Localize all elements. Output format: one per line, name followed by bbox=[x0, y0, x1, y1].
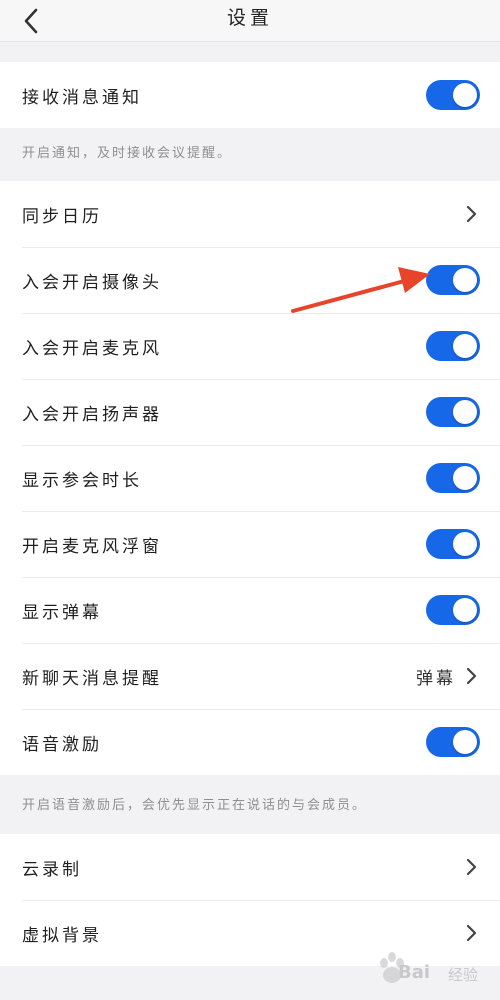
speaker-on-join-toggle[interactable] bbox=[426, 397, 480, 427]
toggle-knob bbox=[453, 83, 477, 107]
settings-row-mic-on-join: 入会开启麦克风 bbox=[0, 313, 500, 379]
settings-row-new-chat-reminder[interactable]: 新聊天消息提醒 弹幕 bbox=[0, 643, 500, 709]
chevron-right-icon bbox=[466, 205, 477, 223]
toggle-knob bbox=[453, 532, 477, 556]
show-danmaku-toggle[interactable] bbox=[426, 595, 480, 625]
row-label: 入会开启摄像头 bbox=[22, 272, 162, 293]
mic-floating-window-toggle[interactable] bbox=[426, 529, 480, 559]
toggle-knob bbox=[453, 598, 477, 622]
settings-row-speaker-on-join: 入会开启扬声器 bbox=[0, 379, 500, 445]
row-label: 同步日历 bbox=[22, 206, 102, 227]
camera-on-join-toggle[interactable] bbox=[426, 265, 480, 295]
row-label: 语音激励 bbox=[22, 734, 102, 755]
settings-row-mic-floating-window: 开启麦克风浮窗 bbox=[0, 511, 500, 577]
chevron-right-icon bbox=[466, 667, 477, 685]
row-value: 弹幕 bbox=[416, 668, 456, 689]
row-label: 接收消息通知 bbox=[22, 87, 142, 108]
chevron-right-icon bbox=[466, 858, 477, 876]
row-label: 云录制 bbox=[22, 859, 82, 880]
meeting-settings-group: 同步日历 入会开启摄像头 入会开启麦克风 入会开启扬声器 显示参会时长 开启麦克… bbox=[0, 181, 500, 775]
row-label: 显示参会时长 bbox=[22, 470, 142, 491]
notification-group: 接收消息通知 bbox=[0, 62, 500, 128]
toggle-knob bbox=[453, 466, 477, 490]
row-label: 开启麦克风浮窗 bbox=[22, 536, 162, 557]
page-title: 设置 bbox=[226, 7, 273, 29]
receive-notifications-toggle[interactable] bbox=[426, 80, 480, 110]
settings-row-sync-calendar[interactable]: 同步日历 bbox=[0, 181, 500, 247]
toggle-knob bbox=[453, 334, 477, 358]
row-label: 虚拟背景 bbox=[22, 925, 102, 946]
settings-row-receive-notifications: 接收消息通知 bbox=[0, 62, 500, 128]
settings-row-cloud-recording[interactable]: 云录制 bbox=[0, 834, 500, 900]
chevron-right-icon bbox=[466, 924, 477, 942]
show-meeting-duration-toggle[interactable] bbox=[426, 463, 480, 493]
nav-bar: 设置 bbox=[0, 0, 500, 42]
toggle-knob bbox=[453, 400, 477, 424]
toggle-knob bbox=[453, 268, 477, 292]
toggle-knob bbox=[453, 730, 477, 754]
settings-row-camera-on-join: 入会开启摄像头 bbox=[0, 247, 500, 313]
voice-activation-toggle[interactable] bbox=[426, 727, 480, 757]
watermark-brand: Bai bbox=[398, 962, 431, 983]
row-label: 入会开启麦克风 bbox=[22, 338, 162, 359]
settings-row-voice-activation: 语音激励 bbox=[0, 709, 500, 775]
voice-activation-hint: 开启语音激励后，会优先显示正在说话的与会成员。 bbox=[22, 798, 368, 813]
row-label: 新聊天消息提醒 bbox=[22, 668, 162, 689]
row-label: 显示弹幕 bbox=[22, 602, 102, 623]
settings-row-show-meeting-duration: 显示参会时长 bbox=[0, 445, 500, 511]
watermark-sub: 经验 bbox=[448, 966, 479, 984]
notification-hint: 开启通知，及时接收会议提醒。 bbox=[22, 146, 233, 161]
mic-on-join-toggle[interactable] bbox=[426, 331, 480, 361]
settings-row-show-danmaku: 显示弹幕 bbox=[0, 577, 500, 643]
row-label: 入会开启扬声器 bbox=[22, 404, 162, 425]
